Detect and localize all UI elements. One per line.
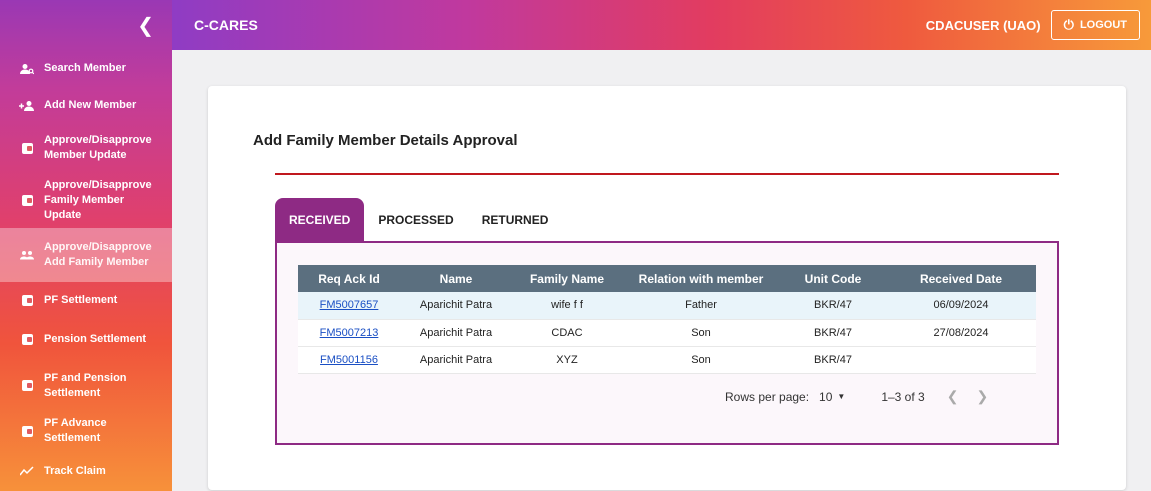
logout-label: LOGOUT (1079, 19, 1127, 31)
relation-cell: Son (622, 346, 780, 374)
sidebar-item-approve-member-update[interactable]: Approve/Disapprove Member Update (0, 124, 172, 172)
main-card: Add Family Member Details Approval RECEI… (208, 86, 1126, 490)
sidebar-item-add-new-member[interactable]: Add New Member (0, 87, 172, 124)
unit-code-cell: BKR/47 (780, 319, 886, 347)
person-add-icon (18, 100, 36, 112)
req-ack-id-link[interactable]: FM5007213 (320, 327, 379, 339)
req-ack-id-cell[interactable]: FM5007213 (298, 319, 400, 347)
sidebar-item-track-claim[interactable]: Track Claim (0, 451, 172, 491)
family-name-cell: CDAC (512, 319, 622, 347)
logout-button[interactable]: ⏻ LOGOUT (1050, 10, 1140, 40)
req-ack-id-link[interactable]: FM5007657 (320, 299, 379, 311)
col-header-name[interactable]: Name (400, 265, 512, 292)
table-header-row: Req Ack Id Name Family Name Relation wit… (298, 265, 1036, 292)
user-name: CDACUSER (UAO) (925, 17, 1041, 33)
sidebar-item-label: PF and Pension Settlement (44, 371, 127, 399)
req-ack-id-link[interactable]: FM5001156 (320, 354, 378, 366)
trend-icon (18, 466, 36, 476)
table-pagination: Rows per page: 10 ▼ 1–3 of 3 ❮ ❯ (725, 388, 988, 405)
sidebar-top: ❮ (0, 0, 172, 50)
requests-table: Req Ack Id Name Family Name Relation wit… (298, 265, 1036, 374)
sidebar-item-pension-settlement[interactable]: Pension Settlement (0, 319, 172, 360)
person-search-icon (18, 63, 36, 75)
col-header-received-date[interactable]: Received Date (886, 265, 1036, 292)
family-name-cell: wife f f (512, 292, 622, 320)
tab-bar: RECEIVED PROCESSED RETURNED (275, 198, 562, 242)
sidebar-item-label: Search Member (44, 62, 126, 74)
name-cell: Aparichit Patra (400, 292, 512, 320)
top-header: C-CARES CDACUSER (UAO) ⏻ LOGOUT (172, 0, 1151, 50)
name-cell: Aparichit Patra (400, 319, 512, 347)
sidebar-item-pf-advance-settlement[interactable]: PF Advance Settlement (0, 411, 172, 451)
tab-processed[interactable]: PROCESSED (364, 198, 467, 242)
power-icon: ⏻ (1063, 17, 1074, 32)
group-icon (18, 250, 36, 260)
req-ack-id-cell[interactable]: FM5007657 (298, 292, 400, 320)
sidebar-item-label: Pension Settlement (44, 333, 147, 345)
col-header-req-ack-id[interactable]: Req Ack Id (298, 265, 400, 292)
sidebar: ❮ Search Member Add New Member Approve/D… (0, 0, 172, 491)
app-brand: C-CARES (194, 17, 258, 33)
pagination-range: 1–3 of 3 (881, 389, 925, 404)
sidebar-item-label: Approve/Disapprove Family Member Update (44, 178, 152, 221)
sidebar-item-pf-pension-settlement[interactable]: PF and Pension Settlement (0, 360, 172, 411)
title-divider (275, 173, 1059, 175)
table-row[interactable]: FM5007657 Aparichit Patra wife f f Fathe… (298, 292, 1036, 320)
wallet-icon (18, 380, 36, 391)
wallet-icon (18, 425, 36, 437)
sidebar-item-label: Approve/Disapprove Add Family Member (44, 241, 152, 268)
name-cell: Aparichit Patra (400, 346, 512, 374)
wallet-icon (18, 142, 36, 154)
received-date-cell: 27/08/2024 (886, 319, 1036, 347)
tab-panel: Req Ack Id Name Family Name Relation wit… (275, 241, 1059, 445)
tab-received[interactable]: RECEIVED (275, 198, 365, 242)
table-row[interactable]: FM5007213 Aparichit Patra CDAC Son BKR/4… (298, 319, 1036, 347)
req-ack-id-cell[interactable]: FM5001156 (298, 346, 400, 374)
sidebar-item-label: Add New Member (44, 99, 137, 111)
previous-page-icon[interactable]: ❮ (947, 388, 959, 405)
sidebar-item-label: PF Settlement (44, 294, 118, 306)
sidebar-item-label: PF Advance Settlement (44, 417, 107, 444)
unit-code-cell: BKR/47 (780, 292, 886, 320)
relation-cell: Son (622, 319, 780, 347)
wallet-icon (18, 295, 36, 306)
collapse-chevron-icon[interactable]: ❮ (137, 13, 154, 37)
tab-returned[interactable]: RETURNED (468, 198, 563, 242)
col-header-relation[interactable]: Relation with member (622, 265, 780, 292)
rows-per-page-value: 10 (819, 389, 833, 404)
sidebar-item-label: Track Claim (44, 464, 106, 477)
next-page-icon[interactable]: ❯ (976, 388, 988, 405)
sidebar-item-approve-add-family-member[interactable]: Approve/Disapprove Add Family Member (0, 228, 172, 282)
rows-per-page-select[interactable]: 10 ▼ (819, 390, 845, 404)
sidebar-item-label: Approve/Disapprove Member Update (44, 134, 152, 161)
col-header-unit-code[interactable]: Unit Code (780, 265, 886, 292)
wallet-icon (18, 194, 36, 206)
page-title: Add Family Member Details Approval (253, 132, 518, 149)
sidebar-item-search-member[interactable]: Search Member (0, 50, 172, 87)
sidebar-item-pf-settlement[interactable]: PF Settlement (0, 282, 172, 319)
col-header-family-name[interactable]: Family Name (512, 265, 622, 292)
rows-per-page-label: Rows per page: (725, 389, 810, 404)
relation-cell: Father (622, 292, 780, 320)
family-name-cell: XYZ (512, 346, 622, 374)
received-date-cell: 06/09/2024 (886, 292, 1036, 320)
unit-code-cell: BKR/47 (780, 346, 886, 374)
dropdown-caret-icon: ▼ (837, 392, 846, 401)
table-row[interactable]: FM5001156 Aparichit Patra XYZ Son BKR/47 (298, 346, 1036, 374)
received-date-cell (886, 346, 1036, 374)
wallet-icon (18, 334, 36, 345)
sidebar-item-approve-family-member-update[interactable]: Approve/Disapprove Family Member Update (0, 172, 172, 228)
